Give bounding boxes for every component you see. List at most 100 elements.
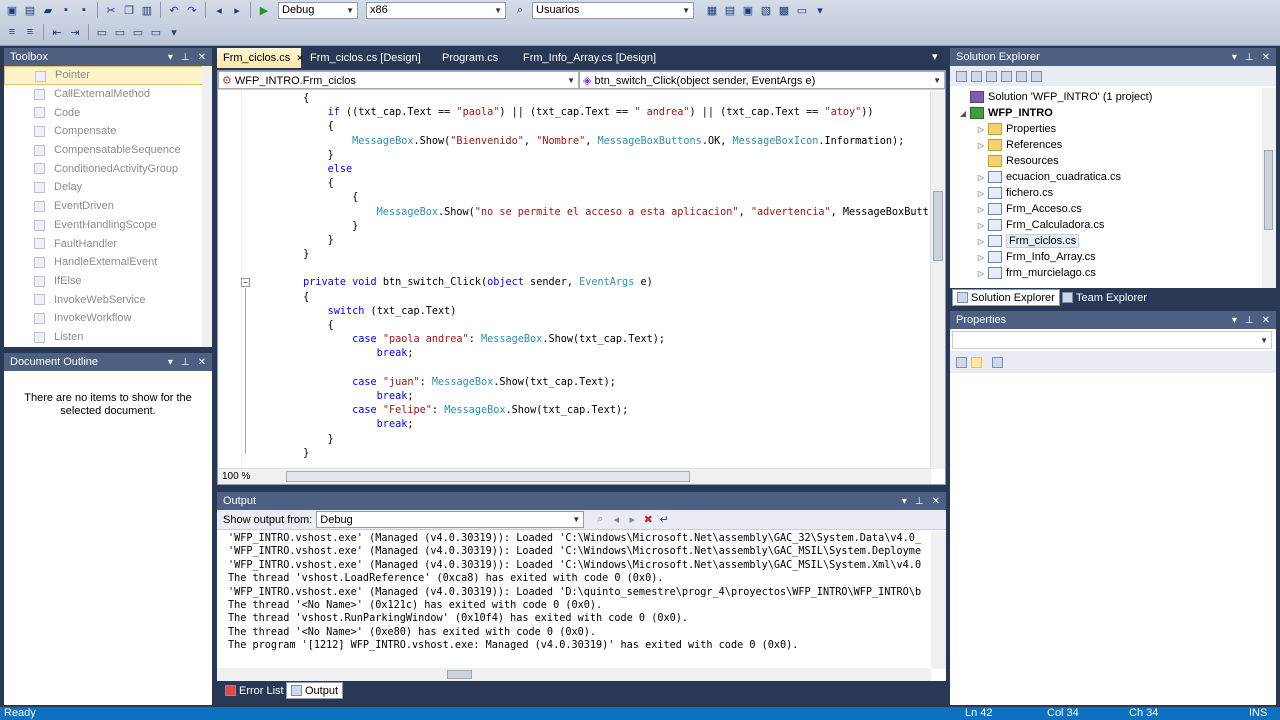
view-code-icon[interactable] [1001, 70, 1012, 82]
new-project-icon[interactable]: ▣ [4, 2, 20, 18]
cut-icon[interactable]: ✂ [103, 2, 119, 18]
code-line[interactable]: break; [254, 347, 930, 361]
toolbox-item[interactable]: Compensate [4, 122, 212, 141]
code-line[interactable]: MessageBox.Show("no se permite el acceso… [254, 206, 930, 220]
navigate-forward-icon[interactable]: ▸ [229, 2, 245, 18]
toolbox-scrollbar[interactable] [202, 66, 212, 347]
collapse-toggle-icon[interactable]: − [241, 278, 250, 287]
code-line[interactable]: } [254, 447, 930, 461]
redo-icon[interactable]: ↷ [184, 2, 200, 18]
toolbox-item[interactable]: Delay [4, 178, 212, 197]
tab-error-list[interactable]: Error List [221, 682, 288, 699]
expand-icon[interactable]: ▷ [974, 205, 988, 214]
more-tools-icon[interactable]: ▾ [166, 24, 182, 40]
tree-item[interactable]: Resources [956, 153, 1256, 169]
toolbox-item[interactable]: IfElse [4, 272, 212, 291]
comment-out-icon[interactable]: ≡ [4, 24, 20, 40]
properties-object-combo[interactable]: ▼ [952, 331, 1272, 349]
member-combo[interactable]: ◈ btn_switch_Click(object sender, EventA… [579, 71, 945, 89]
add-item-icon[interactable]: ▤ [22, 2, 38, 18]
expand-icon[interactable]: ▷ [974, 173, 988, 182]
categorized-icon[interactable] [956, 356, 967, 368]
expand-icon[interactable]: ▷ [974, 253, 988, 262]
clear-bookmarks-icon[interactable]: ▭ [148, 24, 164, 40]
alphabetical-icon[interactable] [971, 356, 982, 368]
tab-solution-explorer[interactable]: Solution Explorer [952, 289, 1060, 306]
uncomment-icon[interactable]: ≡ [22, 24, 38, 40]
code-line[interactable]: } [254, 248, 930, 262]
tree-item[interactable]: ▷ References [956, 137, 1256, 153]
open-icon[interactable]: ▰ [40, 2, 56, 18]
output-source-combo[interactable]: Debug ▼ [316, 511, 585, 528]
toolbox-item[interactable]: InvokeWorkflow [4, 309, 212, 328]
toolbox-item[interactable]: Listen [4, 328, 212, 345]
pin-icon[interactable]: ⊥ [181, 357, 190, 368]
pin-icon[interactable]: ⊥ [1245, 52, 1254, 63]
code-line[interactable]: } [254, 433, 930, 447]
close-icon[interactable]: ✕ [296, 53, 304, 64]
property-pages-icon[interactable] [992, 356, 1003, 368]
code-line[interactable]: break; [254, 418, 930, 432]
properties-icon[interactable] [956, 70, 967, 82]
code-line[interactable]: } [254, 234, 930, 248]
tree-project[interactable]: ◢ WFP_INTRO [956, 105, 1256, 121]
code-line[interactable]: { [254, 120, 930, 134]
tree-item[interactable]: ▷ Frm_Info_Array.cs [956, 249, 1256, 265]
code-line[interactable]: case "Felipe": MessageBox.Show(txt_cap.T… [254, 404, 930, 418]
dropdown-icon[interactable]: ▾ [168, 357, 173, 368]
close-icon[interactable]: ✕ [1262, 52, 1270, 63]
code-line[interactable]: } [254, 220, 930, 234]
code-line[interactable]: case "paola andrea": MessageBox.Show(txt… [254, 333, 930, 347]
code-line[interactable]: { [254, 319, 930, 333]
solution-config-combo[interactable]: Debug ▼ [278, 1, 358, 19]
tree-item[interactable]: ▷ Frm_Acceso.cs [956, 201, 1256, 217]
find-combo[interactable]: Usuarios ▼ [532, 1, 694, 19]
increase-indent-icon[interactable]: ⇥ [67, 24, 83, 40]
show-all-files-icon[interactable] [971, 70, 982, 82]
output-hscrollbar[interactable] [217, 668, 931, 681]
solution-explorer-scrollbar[interactable] [1262, 88, 1276, 288]
properties-window-icon[interactable]: ▤ [722, 2, 738, 18]
close-icon[interactable]: ✕ [198, 52, 206, 63]
navigate-back-icon[interactable]: ◂ [211, 2, 227, 18]
tab-output[interactable]: Output [286, 682, 344, 699]
clear-all-icon[interactable]: ✖ [640, 512, 656, 528]
decrease-indent-icon[interactable]: ⇤ [49, 24, 65, 40]
tab-team-explorer[interactable]: Team Explorer [1058, 289, 1151, 306]
next-bookmark-icon[interactable]: ▭ [130, 24, 146, 40]
toolbox-item[interactable]: EventHandlingScope [4, 216, 212, 235]
tab-overflow-icon[interactable]: ▾ [932, 50, 938, 63]
code-line[interactable]: private void btn_switch_Click(object sen… [254, 276, 930, 290]
dropdown-icon[interactable]: ▾ [1232, 315, 1237, 326]
expand-icon[interactable]: ▷ [974, 269, 988, 278]
pin-icon[interactable]: ⊥ [181, 52, 190, 63]
code-text[interactable]: { if ((txt_cap.Text == "paola") || (txt_… [254, 92, 930, 468]
tab-frm-info-array-design[interactable]: Frm_Info_Array.cs [Design] [517, 48, 662, 68]
find-in-files-icon[interactable]: ⌕ [512, 2, 528, 18]
code-line[interactable]: else [254, 163, 930, 177]
code-line[interactable]: MessageBox.Show("Bienvenido", "Nombre", … [254, 135, 930, 149]
paste-icon[interactable]: ▥ [139, 2, 155, 18]
tab-program-cs[interactable]: Program.cs [436, 48, 504, 68]
dropdown-icon[interactable]: ▾ [168, 52, 173, 63]
horizontal-scrollbar[interactable] [286, 471, 690, 482]
find-message-icon[interactable]: ⌕ [592, 512, 608, 528]
solution-explorer-icon[interactable]: ▦ [704, 2, 720, 18]
class-combo[interactable]: ⚙ WFP_INTRO.Frm_ciclos ▼ [218, 71, 579, 89]
zoom-level[interactable]: 100 % [218, 471, 268, 482]
expand-icon[interactable]: ▷ [974, 125, 988, 134]
tab-frm-ciclos-design[interactable]: Frm_ciclos.cs [Design] [304, 48, 427, 68]
toolbox-item[interactable]: CallExternalMethod [4, 85, 212, 104]
tab-frm-ciclos-cs[interactable]: Frm_ciclos.cs ✕ [217, 48, 304, 68]
pin-icon[interactable]: ⊥ [915, 496, 924, 507]
toolbox-item[interactable]: InvokeWebService [4, 290, 212, 309]
toolbox-item[interactable]: EventDriven [4, 197, 212, 216]
copy-icon[interactable]: ❐ [121, 2, 137, 18]
code-line[interactable]: { [254, 291, 930, 305]
code-line[interactable] [254, 262, 930, 276]
close-icon[interactable]: ✕ [1262, 315, 1270, 326]
refresh-icon[interactable] [986, 70, 997, 82]
code-line[interactable]: break; [254, 390, 930, 404]
prev-message-icon[interactable]: ◂ [608, 512, 624, 528]
toolbox-item[interactable]: Code [4, 103, 212, 122]
